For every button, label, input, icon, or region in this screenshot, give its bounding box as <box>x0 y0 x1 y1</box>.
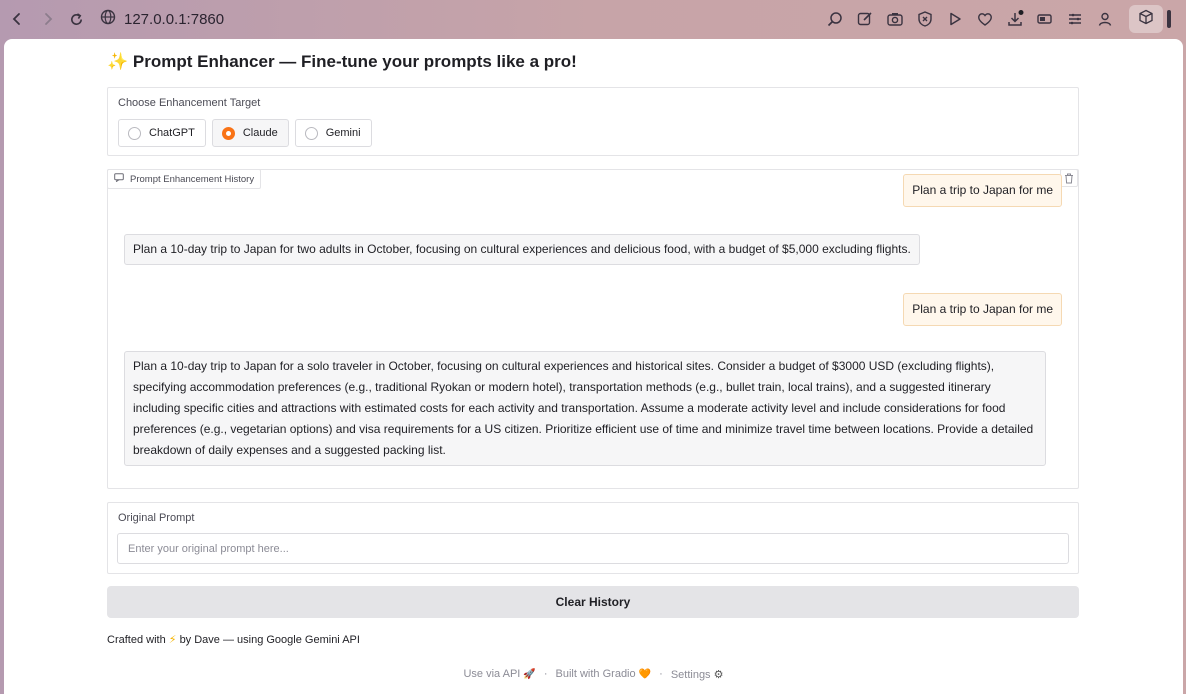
credit-line: Crafted with ⚡ by Dave — using Google Ge… <box>107 633 360 646</box>
url-text: 127.0.0.1:7860 <box>124 10 225 28</box>
original-prompt-panel: Original Prompt <box>107 502 1079 574</box>
credit-suffix: by Dave — using Google Gemini API <box>179 634 360 646</box>
settings-link[interactable]: Settings ⚙ <box>671 668 724 681</box>
original-prompt-input-wrapper <box>117 533 1069 564</box>
globe-icon <box>100 9 116 30</box>
radio-label: Claude <box>242 127 278 139</box>
radio-dot <box>304 126 318 140</box>
heart-icon[interactable] <box>976 10 994 28</box>
user-message: Plan a trip to Japan for me <box>903 174 1062 207</box>
enhancement-target-panel: Choose Enhancement Target ChatGPT Claude… <box>107 87 1079 156</box>
built-with-gradio-label: Built with Gradio <box>555 668 636 680</box>
radio-label: ChatGPT <box>149 127 195 139</box>
chatbot-label: Prompt Enhancement History <box>107 169 262 189</box>
bot-message: Plan a 10-day trip to Japan for two adul… <box>124 234 920 265</box>
profile-icon[interactable] <box>1096 10 1114 28</box>
original-prompt-label: Original Prompt <box>118 512 195 524</box>
target-radio-group: ChatGPT Claude Gemini <box>118 119 372 147</box>
use-via-api-label: Use via API <box>463 668 521 680</box>
play-icon[interactable] <box>946 10 964 28</box>
menu-icon[interactable] <box>1066 10 1084 28</box>
battery-icon[interactable] <box>1036 10 1054 28</box>
app-page: ✨ Prompt Enhancer — Fine-tune your promp… <box>4 39 1183 694</box>
back-icon[interactable] <box>8 10 26 28</box>
download-icon[interactable] <box>1006 10 1024 28</box>
sidebar-handle[interactable] <box>1167 10 1171 28</box>
footer-separator: · <box>543 668 548 680</box>
gradio-logo-icon: 🧡 <box>638 669 652 680</box>
cube-icon <box>1138 9 1154 30</box>
clear-history-button[interactable]: Clear History <box>107 586 1079 618</box>
footer-separator: · <box>659 668 663 680</box>
extension-button[interactable] <box>1129 5 1163 33</box>
gradio-footer: Use via API 🚀 · Built with Gradio 🧡 · Se… <box>4 668 1183 681</box>
page-title: ✨ Prompt Enhancer — Fine-tune your promp… <box>107 52 577 71</box>
bot-message: Plan a 10-day trip to Japan for a solo t… <box>124 351 1046 466</box>
built-with-gradio-link[interactable]: Built with Gradio 🧡 <box>556 668 652 681</box>
radio-dot-selected <box>221 126 235 140</box>
radio-dot <box>128 126 141 140</box>
camera-icon[interactable] <box>886 10 904 28</box>
address-bar[interactable]: 127.0.0.1:7860 <box>100 9 224 29</box>
edit-icon[interactable] <box>856 10 874 28</box>
rocket-icon: 🚀 <box>523 669 536 680</box>
forward-icon[interactable] <box>39 10 57 28</box>
radio-gemini[interactable]: Gemini <box>294 119 372 147</box>
shield-x-icon[interactable] <box>916 10 934 28</box>
reload-icon[interactable] <box>67 10 85 28</box>
chat-icon <box>114 173 124 185</box>
settings-label: Settings <box>670 669 711 681</box>
radio-chatgpt[interactable]: ChatGPT <box>118 119 206 147</box>
radio-label: Gemini <box>325 127 361 139</box>
radio-claude[interactable]: Claude <box>211 119 289 147</box>
original-prompt-input[interactable] <box>128 542 1058 555</box>
credit-prefix: Crafted with <box>107 634 166 646</box>
user-message: Plan a trip to Japan for me <box>903 293 1062 326</box>
browser-toolbar: 127.0.0.1:7860 <box>0 0 1186 38</box>
trash-icon[interactable] <box>1060 169 1078 187</box>
enhancement-history-chatbot: Prompt Enhancement History Plan a trip t… <box>107 169 1079 489</box>
enhancement-target-label: Choose Enhancement Target <box>118 97 261 109</box>
settings-gear-icon: ⚙ <box>713 669 724 681</box>
use-via-api-link[interactable]: Use via API 🚀 <box>463 668 535 681</box>
zoom-icon[interactable] <box>826 10 844 28</box>
chatbot-label-text: Prompt Enhancement History <box>130 173 255 185</box>
lightning-icon: ⚡ <box>168 634 177 646</box>
